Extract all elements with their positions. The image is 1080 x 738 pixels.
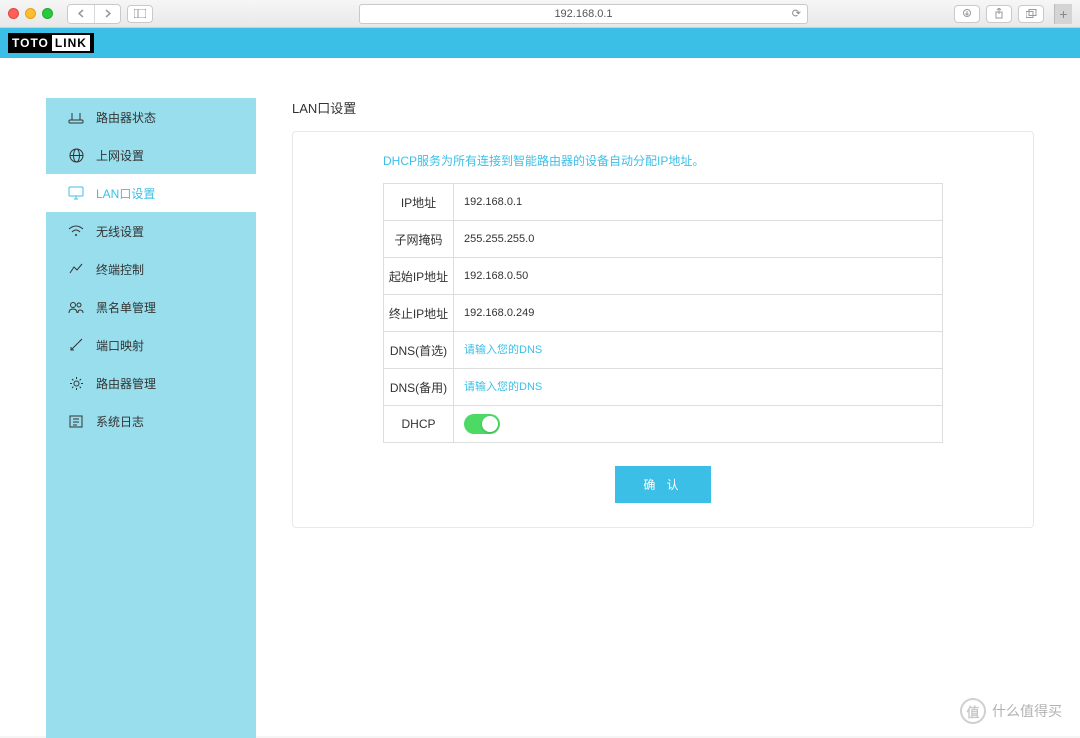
- browser-right-controls: [954, 5, 1044, 23]
- sidebar-item-label: 无线设置: [96, 223, 144, 240]
- watermark-text: 什么值得买: [992, 701, 1062, 721]
- input-wrap-dhcp: [453, 405, 943, 443]
- sidebar-item-label: 系统日志: [96, 413, 144, 430]
- window-controls: [8, 8, 53, 19]
- router-status-icon: [68, 109, 84, 125]
- share-button[interactable]: [986, 5, 1012, 23]
- sidebar-item-blacklist[interactable]: 黑名单管理: [46, 288, 256, 326]
- tabs-button[interactable]: [1018, 5, 1044, 23]
- maximize-window-button[interactable]: [42, 8, 53, 19]
- browser-chrome: 192.168.0.1 ⟳ +: [0, 0, 1080, 28]
- row-mask: 子网掩码: [383, 220, 943, 258]
- sidebar-item-port-forwarding[interactable]: 端口映射: [46, 326, 256, 364]
- sidebar-item-label: LAN口设置: [96, 185, 155, 202]
- page-title: LAN口设置: [292, 98, 1034, 117]
- sidebar-toggle-button[interactable]: [127, 5, 153, 23]
- sidebar-item-label: 路由器状态: [96, 109, 156, 126]
- sidebar-item-label: 端口映射: [96, 337, 144, 354]
- nav-back-forward: [67, 4, 121, 24]
- input-wrap-ip: [453, 183, 943, 221]
- input-wrap-end-ip: [453, 294, 943, 332]
- submit-button[interactable]: 确 认: [615, 466, 710, 503]
- label-end-ip: 终止IP地址: [383, 294, 453, 332]
- app-header: TOTO LINK: [0, 28, 1080, 58]
- row-dns2: DNS(备用): [383, 368, 943, 406]
- row-ip: IP地址: [383, 183, 943, 221]
- logo-toto: TOTO: [12, 36, 49, 50]
- input-wrap-mask: [453, 220, 943, 258]
- sidebar-item-lan-settings[interactable]: LAN口设置: [46, 174, 256, 212]
- sidebar-item-wan-settings[interactable]: 上网设置: [46, 136, 256, 174]
- sidebar-item-label: 上网设置: [96, 147, 144, 164]
- label-mask: 子网掩码: [383, 220, 453, 258]
- input-dns2[interactable]: [464, 381, 932, 393]
- row-start-ip: 起始IP地址: [383, 257, 943, 295]
- log-icon: [68, 413, 84, 429]
- sidebar-item-router-admin[interactable]: 路由器管理: [46, 364, 256, 402]
- label-dhcp: DHCP: [383, 405, 453, 443]
- minimize-window-button[interactable]: [25, 8, 36, 19]
- url-bar[interactable]: 192.168.0.1 ⟳: [359, 4, 808, 24]
- input-wrap-dns2: [453, 368, 943, 406]
- brand-logo: TOTO LINK: [8, 33, 94, 53]
- input-start-ip[interactable]: [464, 270, 932, 282]
- sidebar-item-client-control[interactable]: 终端控制: [46, 250, 256, 288]
- submit-row: 确 认: [383, 466, 943, 503]
- input-wrap-start-ip: [453, 257, 943, 295]
- row-end-ip: 终止IP地址: [383, 294, 943, 332]
- input-ip[interactable]: [464, 196, 932, 208]
- label-dns1: DNS(首选): [383, 331, 453, 369]
- dhcp-toggle[interactable]: [464, 414, 500, 434]
- label-start-ip: 起始IP地址: [383, 257, 453, 295]
- label-ip: IP地址: [383, 183, 453, 221]
- reload-icon[interactable]: ⟳: [792, 7, 801, 20]
- sidebar-item-router-status[interactable]: 路由器状态: [46, 98, 256, 136]
- row-dhcp: DHCP: [383, 405, 943, 443]
- wifi-icon: [68, 223, 84, 239]
- sidebar-item-label: 路由器管理: [96, 375, 156, 392]
- users-icon: [68, 299, 84, 315]
- sidebar-item-label: 黑名单管理: [96, 299, 156, 316]
- watermark: 值 什么值得买: [960, 698, 1062, 724]
- close-window-button[interactable]: [8, 8, 19, 19]
- sidebar-item-system-log[interactable]: 系统日志: [46, 402, 256, 440]
- url-text: 192.168.0.1: [554, 8, 612, 20]
- settings-panel: DHCP服务为所有连接到智能路由器的设备自动分配IP地址。 IP地址 子网掩码 …: [292, 131, 1034, 528]
- forward-button[interactable]: [94, 5, 120, 23]
- page-body: 路由器状态 上网设置 LAN口设置 无线设置 终端控制: [0, 58, 1080, 736]
- toggle-knob: [482, 416, 498, 432]
- info-text: DHCP服务为所有连接到智能路由器的设备自动分配IP地址。: [383, 152, 943, 169]
- downloads-button[interactable]: [954, 5, 980, 23]
- input-dns1[interactable]: [464, 344, 932, 356]
- globe-icon: [68, 147, 84, 163]
- back-button[interactable]: [68, 5, 94, 23]
- watermark-icon: 值: [960, 698, 986, 724]
- label-dns2: DNS(备用): [383, 368, 453, 406]
- chart-icon: [68, 261, 84, 277]
- content-area: LAN口设置 DHCP服务为所有连接到智能路由器的设备自动分配IP地址。 IP地…: [292, 98, 1034, 736]
- input-mask[interactable]: [464, 233, 932, 245]
- sidebar-item-wireless[interactable]: 无线设置: [46, 212, 256, 250]
- tools-icon: [68, 337, 84, 353]
- logo-link: LINK: [52, 35, 90, 51]
- new-tab-button[interactable]: +: [1054, 4, 1072, 24]
- gear-icon: [68, 375, 84, 391]
- sidebar-item-label: 终端控制: [96, 261, 144, 278]
- input-end-ip[interactable]: [464, 307, 932, 319]
- row-dns1: DNS(首选): [383, 331, 943, 369]
- sidebar: 路由器状态 上网设置 LAN口设置 无线设置 终端控制: [46, 98, 256, 738]
- monitor-icon: [68, 185, 84, 201]
- input-wrap-dns1: [453, 331, 943, 369]
